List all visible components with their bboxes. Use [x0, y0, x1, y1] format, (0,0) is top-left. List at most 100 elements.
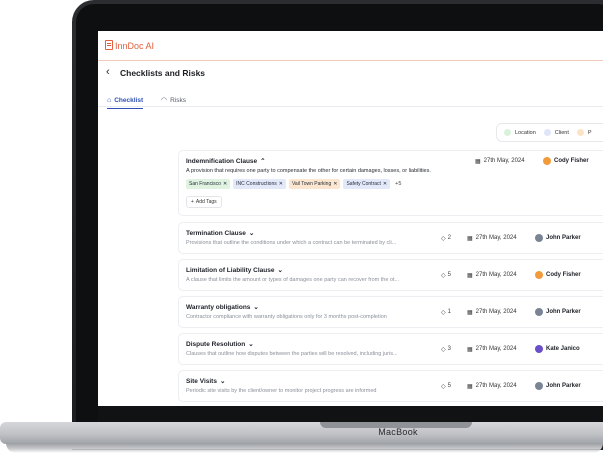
checklist-item[interactable]: Warranty obligations ⌄ Contractor compli… — [178, 296, 603, 328]
item-meta: ▦ 27th May, 2024 Cody Fisher — [471, 157, 589, 165]
item-description: Contractor compliance with warranty obli… — [186, 314, 387, 320]
checklist-item[interactable]: Termination Clause ⌄ Provisions that out… — [178, 222, 603, 254]
gauge-icon: ◠ — [161, 97, 168, 104]
calendar-icon: ▦ — [467, 383, 473, 390]
chevron-up-icon[interactable]: ⌃ — [260, 157, 265, 165]
device-label: MacBook — [378, 427, 418, 437]
plus-icon: + — [191, 199, 194, 205]
item-meta: ◇ 3 ▦ 27th May, 2024 Kate Janico — [441, 345, 580, 353]
app-screen: InnDoc AI ‹ Checklists and Risks ⌂ Check… — [98, 31, 603, 406]
tab-risks-label: Risks — [170, 96, 186, 104]
legend-label: P — [587, 129, 592, 136]
calendar-icon: ▦ — [467, 346, 473, 353]
item-meta: ◇ 2 ▦ 27th May, 2024 John Parker — [441, 234, 581, 242]
chevron-down-icon[interactable]: ⌄ — [249, 229, 254, 237]
item-meta: ◇ 5 ▦ 27th May, 2024 John Parker — [441, 382, 581, 390]
tag-count-text: 5 — [447, 272, 451, 278]
item-description: Periodic site visits by the client/owner… — [186, 388, 377, 394]
tag-icon: ◇ — [441, 272, 446, 279]
item-description: Provisions that outline the conditions u… — [186, 240, 397, 246]
item-description: A clause that limits the amount or types… — [186, 277, 400, 283]
item-title[interactable]: Indemnification Clause ⌃ — [186, 157, 266, 166]
item-title-text: Dispute Resolution — [186, 340, 246, 348]
avatar — [535, 271, 543, 279]
calendar-icon: ▦ — [467, 309, 473, 316]
item-title[interactable]: Dispute Resolution ⌄ — [186, 340, 254, 349]
chevron-down-icon[interactable]: ⌄ — [220, 377, 225, 385]
legend-item-location: Location — [504, 129, 536, 136]
item-title[interactable]: Termination Clause ⌄ — [186, 229, 254, 238]
assignee-name: John Parker — [546, 309, 581, 315]
chevron-down-icon[interactable]: ⌄ — [248, 340, 253, 348]
date-text: 27th May, 2024 — [475, 235, 517, 241]
add-tags-label: Add Tags — [195, 199, 217, 205]
item-title[interactable]: Limitation of Liability Clause ⌄ — [186, 266, 283, 275]
tag-icon: ◇ — [441, 383, 446, 390]
item-assignee[interactable]: Kate Janico — [535, 345, 580, 353]
item-date: ▦ 27th May, 2024 — [467, 346, 533, 353]
item-assignee[interactable]: Cody Fisher — [543, 157, 589, 165]
item-title[interactable]: Site Visits ⌄ — [186, 377, 225, 386]
calendar-icon: ▦ — [475, 158, 481, 165]
back-arrow-icon[interactable]: ‹ — [106, 67, 116, 78]
chevron-down-icon[interactable]: ⌄ — [253, 303, 258, 311]
calendar-icon: ▦ — [467, 272, 473, 279]
tag-chip[interactable]: San Francisco ✕ — [186, 179, 231, 189]
tag-icon: ◇ — [441, 309, 446, 316]
item-assignee[interactable]: Cody Fisher — [535, 271, 581, 279]
item-title-text: Indemnification Clause — [186, 157, 258, 165]
tag-count: ◇ 2 — [441, 235, 463, 242]
date-text: 27th May, 2024 — [475, 346, 517, 352]
remove-tag-icon[interactable]: ✕ — [223, 181, 227, 187]
date-text: 27th May, 2024 — [483, 158, 525, 164]
tag-chip[interactable]: INC Constructions ✕ — [233, 179, 286, 189]
legend-label: Location — [515, 129, 536, 136]
avatar — [535, 308, 543, 316]
tag-count: ◇ 5 — [441, 383, 463, 390]
location-dot-icon — [504, 129, 511, 136]
assignee-name: John Parker — [546, 383, 581, 389]
legend-item-client: Client — [543, 129, 569, 136]
tab-checklist-label: Checklist — [114, 96, 144, 104]
assignee-name: John Parker — [546, 235, 581, 241]
checklist-item[interactable]: Limitation of Liability Clause ⌄ A claus… — [178, 259, 603, 291]
app-header: InnDoc AI — [98, 31, 603, 61]
item-title[interactable]: Warranty obligations ⌄ — [186, 303, 259, 312]
checklist-item[interactable]: Indemnification Clause ⌃ A provision tha… — [178, 150, 603, 216]
tag-chip[interactable]: Safety Contract ✕ — [343, 179, 391, 189]
item-meta: ◇ 1 ▦ 27th May, 2024 John Parker — [441, 308, 581, 316]
tag-label: INC Constructions — [236, 181, 277, 187]
tag-list: San Francisco ✕ INC Constructions ✕ Vail T… — [186, 179, 401, 189]
checklist-item[interactable]: Dispute Resolution ⌄ Clauses that outlin… — [178, 333, 603, 365]
client-dot-icon — [543, 129, 551, 136]
laptop-base — [0, 422, 603, 444]
item-assignee[interactable]: John Parker — [535, 308, 581, 316]
item-date: ▦ 27th May, 2024 — [467, 235, 533, 242]
document-logo-icon — [105, 40, 113, 50]
remove-tag-icon[interactable]: ✕ — [383, 181, 387, 187]
home-icon: ⌂ — [107, 96, 112, 104]
item-title-text: Limitation of Liability Clause — [186, 266, 275, 274]
tab-risks[interactable]: ◠ Risks — [161, 94, 186, 106]
tag-label: Vail Town Parking — [291, 181, 332, 187]
tag-chip[interactable]: Vail Town Parking ✕ — [288, 179, 341, 189]
item-assignee[interactable]: John Parker — [535, 234, 581, 242]
tag-count: ◇ 3 — [441, 346, 463, 353]
tag-label: Safety Contract — [346, 181, 381, 187]
item-date: ▦ 27th May, 2024 — [475, 158, 541, 165]
tab-checklist[interactable]: ⌂ Checklist — [107, 94, 144, 109]
more-tags-count[interactable]: +5 — [395, 181, 401, 187]
tag-count: ◇ 5 — [441, 272, 463, 279]
remove-tag-icon[interactable]: ✕ — [333, 181, 337, 187]
add-tags-button[interactable]: + Add Tags — [186, 196, 222, 208]
chevron-down-icon[interactable]: ⌄ — [277, 266, 282, 274]
legend-item-p: P — [576, 129, 592, 136]
assignee-name: Kate Janico — [546, 346, 580, 352]
tag-label: San Francisco — [189, 181, 221, 187]
item-assignee[interactable]: John Parker — [535, 382, 581, 390]
laptop-shadow — [6, 443, 603, 453]
checklist-item[interactable]: Site Visits ⌄ Periodic site visits by th… — [178, 370, 603, 402]
remove-tag-icon[interactable]: ✕ — [279, 181, 283, 187]
item-meta: ◇ 5 ▦ 27th May, 2024 Cody Fisher — [441, 271, 581, 279]
tag-count-text: 5 — [447, 383, 451, 389]
